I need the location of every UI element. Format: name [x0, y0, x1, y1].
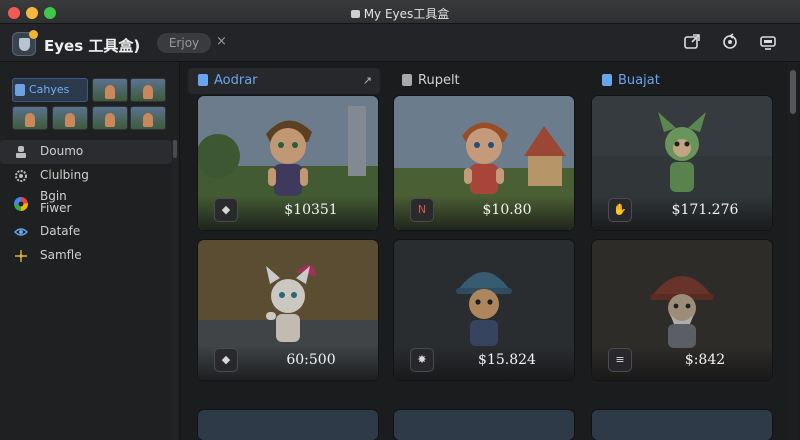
column-header-label: Buajat: [618, 73, 660, 88]
thumbnail[interactable]: [52, 106, 88, 130]
window-titlebar: My Eyes工具盒: [0, 0, 800, 24]
character-card[interactable]: [592, 410, 772, 440]
app-logo-icon: [12, 30, 38, 56]
hand-icon: ✋: [608, 198, 632, 222]
column-header-rupelt[interactable]: Rupelt: [392, 68, 582, 94]
n-icon: N: [410, 198, 434, 222]
sparkle-icon: [15, 250, 27, 262]
column-header-label: Rupelt: [418, 73, 460, 88]
thumbnail[interactable]: [92, 106, 128, 130]
shield-icon: ◆: [214, 348, 238, 372]
main-scrollbar[interactable]: [788, 62, 798, 440]
sidebar-item-doumo[interactable]: Doumo: [0, 140, 172, 164]
sidebar-item-label: Samfle: [40, 248, 82, 262]
sidebar-item-clulbing[interactable]: Clulbing: [0, 164, 172, 188]
sidebar: Cahyes Doumo Clulbing Bgin Fiwer Datafe …: [0, 62, 180, 440]
thumbnail[interactable]: [130, 78, 166, 102]
sidebar-scrollbar[interactable]: [172, 140, 178, 440]
star-icon: ✸: [410, 348, 434, 372]
character-card[interactable]: ◆ 60:500: [198, 240, 378, 380]
sidebar-item-datafe[interactable]: Datafe: [0, 220, 172, 244]
column-header-buajat[interactable]: Buajat: [592, 68, 782, 94]
card-grid: Aodrar ↗ Rupelt Buajat ◆ $10351 N $10.80…: [180, 62, 800, 440]
card-price: 60:500: [286, 352, 336, 368]
card-price: $:842: [684, 352, 726, 368]
tag-icon: [602, 74, 612, 86]
column-header-aodrar[interactable]: Aodrar ↗: [188, 68, 380, 94]
sidebar-item-samfle[interactable]: Samfle: [0, 244, 172, 268]
gear-icon: [15, 170, 27, 182]
thumbnail[interactable]: [92, 78, 128, 102]
app-name: Eyes 工具盒): [44, 37, 141, 55]
sidebar-item-label: Clulbing: [40, 168, 89, 182]
thumbnail[interactable]: [12, 106, 48, 130]
character-card[interactable]: ✋ $171.276: [592, 96, 772, 230]
card-price: $10351: [284, 202, 338, 218]
bust-icon: [16, 146, 26, 158]
thumbnail-label: Cahyes: [29, 83, 70, 96]
app-header: Eyes 工具盒) Erjoy ×: [0, 24, 800, 62]
share-icon[interactable]: [682, 32, 702, 52]
shield-icon: ◆: [214, 198, 238, 222]
list-icon: ≡: [608, 348, 632, 372]
window-title: My Eyes工具盒: [0, 5, 800, 22]
character-card[interactable]: ✸ $15.824: [394, 240, 574, 380]
pin-icon[interactable]: ↗: [363, 74, 372, 87]
thumbnail-strip: Cahyes: [12, 78, 166, 134]
refresh-icon[interactable]: [720, 32, 740, 52]
display-icon[interactable]: [758, 32, 778, 52]
thumbnail-selected[interactable]: Cahyes: [12, 78, 88, 102]
character-card[interactable]: [198, 410, 378, 440]
card-price: $15.824: [478, 352, 536, 368]
eye-icon: [14, 228, 28, 236]
sidebar-item-label: Doumo: [40, 144, 84, 158]
thumbs-up-icon: [15, 84, 25, 96]
colorwheel-icon: [14, 197, 28, 211]
character-card[interactable]: ◆ $10351: [198, 96, 378, 230]
column-header-label: Aodrar: [214, 73, 258, 88]
tab-close-icon[interactable]: ×: [216, 34, 227, 49]
lock-icon: [350, 10, 360, 18]
card-price: $10.80: [482, 202, 532, 218]
card-price: $171.276: [671, 202, 739, 218]
tab-enjoy[interactable]: Erjoy: [157, 33, 211, 53]
character-card[interactable]: ≡ $:842: [592, 240, 772, 380]
sidebar-nav: Doumo Clulbing Bgin Fiwer Datafe Samfle: [0, 140, 172, 268]
sidebar-item-label: Datafe: [40, 224, 81, 238]
sidebar-item-label: Bgin Fiwer: [40, 189, 72, 215]
box-icon: [402, 74, 412, 86]
thumbnail[interactable]: [130, 106, 166, 130]
character-card[interactable]: [394, 410, 574, 440]
sidebar-item-bgin-fiwer[interactable]: Bgin Fiwer: [0, 188, 172, 220]
hand-icon: [198, 74, 208, 86]
character-card[interactable]: N $10.80: [394, 96, 574, 230]
